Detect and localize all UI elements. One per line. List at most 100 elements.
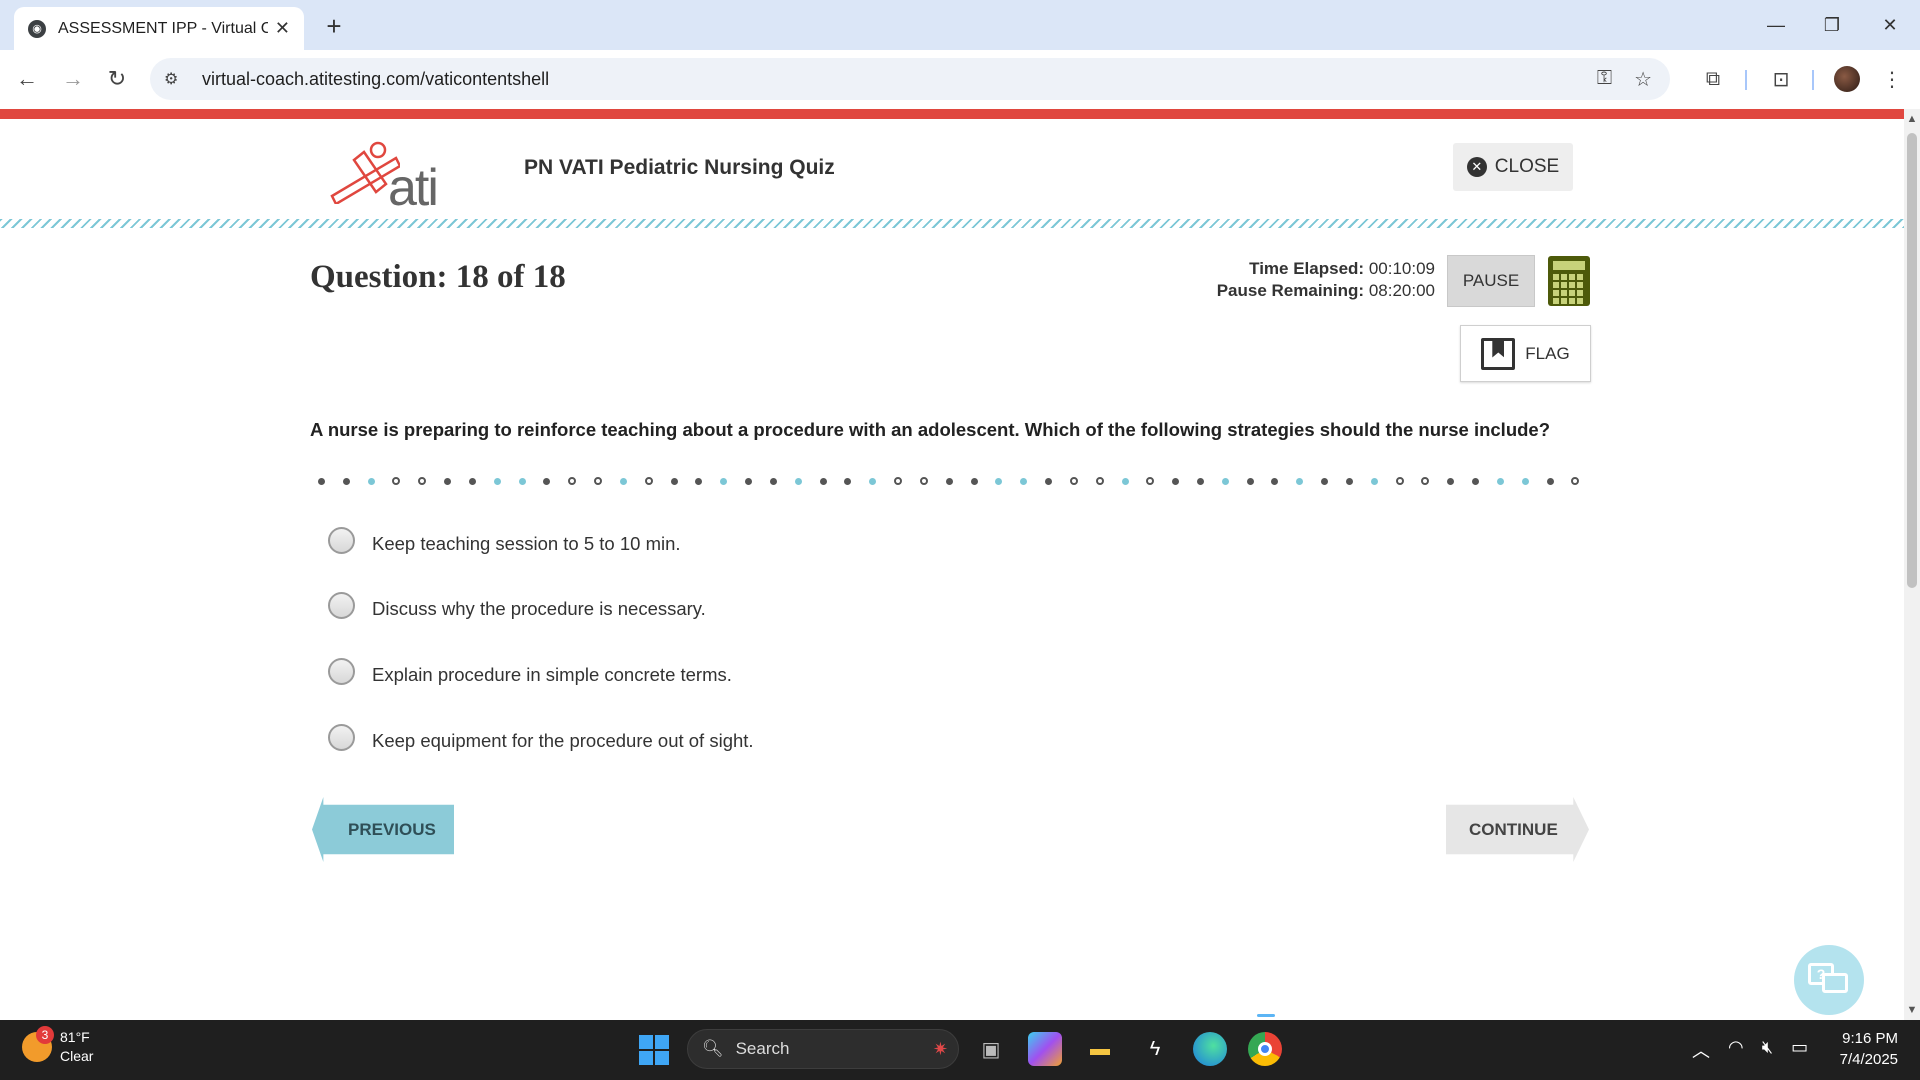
- previous-button[interactable]: PREVIOUS: [312, 797, 454, 862]
- answer-option-1[interactable]: Keep teaching session to 5 to 10 min.: [328, 525, 681, 555]
- globe-icon: ◉: [28, 19, 46, 38]
- option-text: Keep equipment for the procedure out of …: [372, 730, 754, 751]
- window-close-icon[interactable]: ✕: [1870, 8, 1910, 42]
- weather-widget[interactable]: 3 81°F Clear: [22, 1026, 93, 1066]
- timer: Time Elapsed: 00:10:09 Pause Remaining: …: [1217, 258, 1435, 302]
- tab-search-icon[interactable]: ⊡: [1766, 64, 1796, 94]
- header-accent-bar: [0, 109, 1904, 119]
- divider-dot: [1271, 477, 1279, 485]
- bookmark-flag-icon: [1481, 337, 1516, 370]
- divider-dot: [1395, 477, 1404, 485]
- volume-muted-icon[interactable]: 🔇︎: [1762, 1037, 1773, 1063]
- divider-dot: [518, 477, 526, 485]
- url-text: virtual-coach.atitesting.com/vaticontent…: [202, 68, 550, 89]
- battery-icon[interactable]: ▭: [1791, 1037, 1808, 1063]
- browser-tab-bar: ◉ ASSESSMENT IPP - Virtual Coac ✕ + — ❐ …: [0, 0, 1920, 50]
- help-chat-button[interactable]: ?: [1794, 945, 1864, 1015]
- scroll-thumb[interactable]: [1907, 133, 1917, 588]
- browser-tab[interactable]: ◉ ASSESSMENT IPP - Virtual Coac ✕: [14, 7, 304, 50]
- key-icon[interactable]: ⚿: [1597, 67, 1612, 92]
- divider-dot: [1172, 477, 1180, 485]
- divider-dot: [1196, 477, 1204, 485]
- radio-button[interactable]: [328, 591, 355, 619]
- app-bolt-icon[interactable]: ϟ: [1138, 1032, 1172, 1066]
- edge-icon[interactable]: [1193, 1032, 1227, 1066]
- radio-button[interactable]: [328, 526, 355, 554]
- file-explorer-icon[interactable]: ▬: [1083, 1032, 1117, 1066]
- flag-label: FLAG: [1525, 343, 1570, 363]
- header-divider: [0, 219, 1904, 228]
- divider-dot: [869, 477, 877, 485]
- divider-dot: [670, 477, 678, 485]
- reload-icon[interactable]: ↻: [100, 62, 134, 96]
- wifi-icon[interactable]: ◠: [1728, 1037, 1744, 1063]
- divider-dot: [945, 477, 953, 485]
- menu-icon[interactable]: ⋮: [1877, 64, 1907, 94]
- pause-button[interactable]: PAUSE: [1447, 255, 1535, 307]
- divider-dot: [1146, 477, 1155, 485]
- chevron-up-icon[interactable]: ︿: [1692, 1037, 1710, 1063]
- time-elapsed-value: 00:10:09: [1368, 259, 1435, 278]
- windows-start-icon[interactable]: [639, 1035, 669, 1065]
- radio-button[interactable]: [328, 723, 355, 751]
- divider-dot: [695, 477, 703, 485]
- back-icon[interactable]: ←: [10, 62, 44, 96]
- clock[interactable]: 9:16 PM 7/4/2025: [1836, 1028, 1898, 1070]
- bookmark-star-icon[interactable]: ☆: [1634, 67, 1652, 92]
- weather-moon-icon: 3: [22, 1026, 54, 1062]
- divider-dot: [720, 477, 728, 485]
- answer-option-4[interactable]: Keep equipment for the procedure out of …: [328, 722, 754, 752]
- close-button[interactable]: ✕ CLOSE: [1453, 143, 1573, 191]
- chat-bubbles-icon: ?: [1808, 963, 1850, 997]
- minimize-icon[interactable]: —: [1756, 8, 1796, 42]
- divider-dot: [1421, 477, 1430, 485]
- divider-dot: [644, 477, 653, 485]
- answer-option-3[interactable]: Explain procedure in simple concrete ter…: [328, 656, 732, 686]
- option-text: Keep teaching session to 5 to 10 min.: [372, 533, 681, 554]
- continue-button[interactable]: CONTINUE: [1446, 797, 1589, 862]
- taskbar-search[interactable]: 🔍︎ Search ✷: [687, 1029, 959, 1069]
- divider-dot: [318, 477, 325, 485]
- divider-dot: [1472, 477, 1480, 485]
- ati-logo: ati: [330, 138, 460, 217]
- site-info-icon[interactable]: ⚙: [164, 69, 186, 89]
- radio-button[interactable]: [328, 657, 355, 685]
- new-tab-icon[interactable]: +: [318, 10, 350, 42]
- divider-dot: [619, 477, 627, 485]
- extensions-icon[interactable]: ⧉: [1698, 64, 1728, 94]
- search-icon: 🔍︎: [702, 1039, 724, 1058]
- restore-icon[interactable]: ❐: [1812, 8, 1852, 42]
- windows-taskbar: 3 81°F Clear 🔍︎ Search ✷ ▣ ▬ ϟ ︿ ◠ 🔇︎ ▭ …: [0, 1020, 1920, 1080]
- answer-option-2[interactable]: Discuss why the procedure is necessary.: [328, 590, 706, 620]
- scroll-up-icon[interactable]: ▲: [1906, 113, 1918, 125]
- divider-dot: [1546, 477, 1554, 485]
- browser-toolbar: ← → ↻ ⚙ virtual-coach.atitesting.com/vat…: [0, 50, 1920, 108]
- copilot-icon[interactable]: [1028, 1032, 1062, 1066]
- toolbar-separator: [1745, 70, 1747, 90]
- close-label: CLOSE: [1494, 156, 1560, 177]
- time-elapsed-label: Time Elapsed:: [1249, 259, 1365, 278]
- clock-date: 7/4/2025: [1839, 1051, 1898, 1068]
- divider-dot: [1496, 477, 1504, 485]
- divider-dot: [769, 477, 777, 485]
- task-view-icon[interactable]: ▣: [974, 1032, 1008, 1066]
- forward-icon[interactable]: →: [56, 62, 90, 96]
- page-scrollbar[interactable]: ▲ ▼: [1904, 109, 1920, 1020]
- calculator-icon[interactable]: [1548, 256, 1590, 306]
- pause-remaining-value: 08:20:00: [1368, 281, 1435, 300]
- divider-dot: [1296, 477, 1304, 485]
- divider-dot: [1069, 477, 1078, 485]
- address-bar[interactable]: ⚙ virtual-coach.atitesting.com/vaticonte…: [150, 58, 1670, 100]
- scroll-down-icon[interactable]: ▼: [1906, 1004, 1918, 1016]
- divider-dot: [1020, 477, 1028, 485]
- search-placeholder: Search: [735, 1039, 790, 1058]
- divider-dot: [1345, 477, 1353, 485]
- divider-dot: [919, 477, 928, 485]
- tab-close-icon[interactable]: ✕: [275, 18, 290, 39]
- divider-dot: [418, 477, 427, 485]
- profile-avatar[interactable]: [1834, 66, 1860, 92]
- active-app-indicator: [1257, 1014, 1275, 1017]
- chrome-icon[interactable]: [1248, 1032, 1282, 1066]
- flag-button[interactable]: FLAG: [1460, 325, 1591, 382]
- search-highlight-icon: ✷: [932, 1038, 948, 1059]
